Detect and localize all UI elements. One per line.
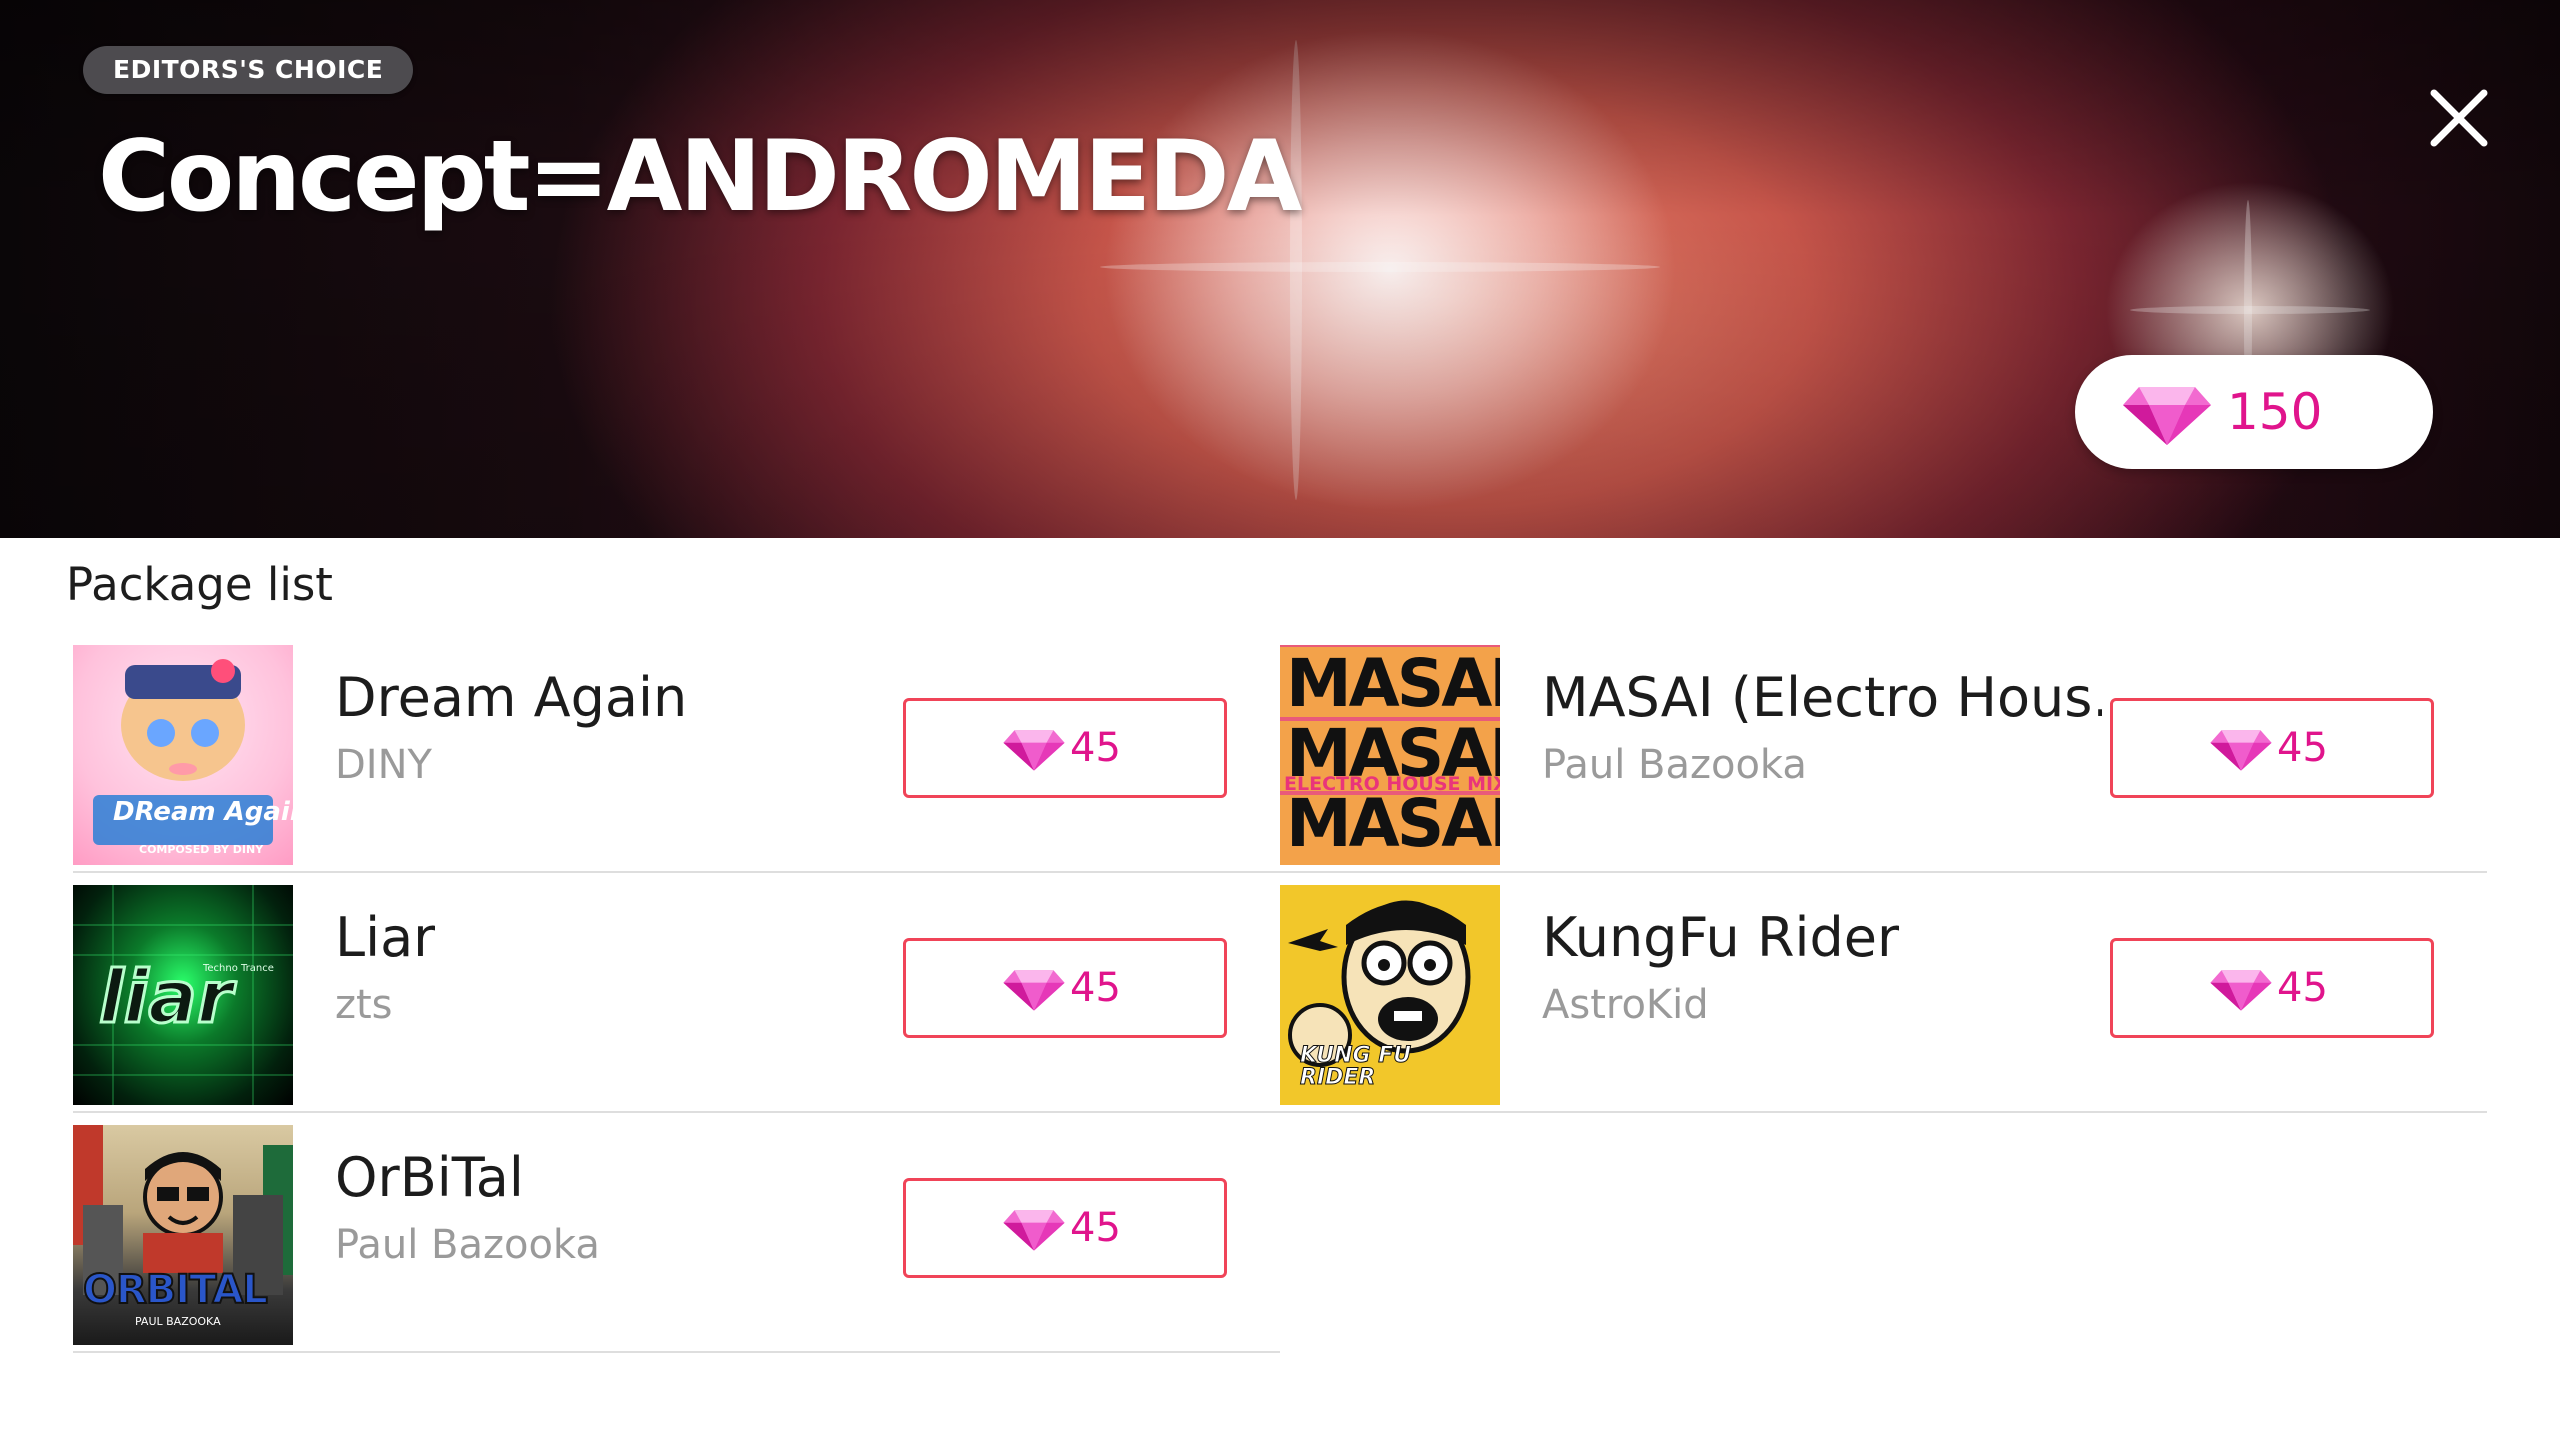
- package-price: 150: [2227, 383, 2323, 441]
- row-divider: [73, 871, 1280, 873]
- gem-icon: [2123, 387, 2211, 445]
- album-art-text: MASAI: [1286, 785, 1500, 862]
- album-art-caption: COMPOSED BY DINY: [139, 843, 264, 856]
- gem-icon: [2210, 970, 2272, 1011]
- song-artist: DINY: [335, 742, 432, 788]
- album-art-text: KUNG FU RIDER: [1300, 1043, 1412, 1090]
- buy-button[interactable]: 45: [903, 698, 1227, 798]
- buy-button[interactable]: 45: [2110, 698, 2434, 798]
- song-title: Dream Again: [335, 666, 688, 729]
- list-item[interactable]: liar Techno Trance Liar zts 45: [73, 876, 1280, 1113]
- song-artist: zts: [335, 982, 393, 1028]
- album-art-text: MASAI: [1286, 645, 1500, 722]
- close-button[interactable]: [2426, 85, 2492, 151]
- album-art-caption: ELECTRO HOUSE MIX: [1284, 773, 1500, 795]
- album-art-illustration: [93, 659, 273, 845]
- song-artist: AstroKid: [1542, 982, 1709, 1028]
- song-price: 45: [1070, 725, 1121, 771]
- package-title: Concept=ANDROMEDA: [98, 120, 1302, 234]
- package-price-button[interactable]: 150: [2075, 355, 2433, 469]
- song-artist: Paul Bazooka: [335, 1222, 600, 1268]
- song-price: 45: [1070, 965, 1121, 1011]
- song-title: MASAI (Electro Hous...: [1542, 666, 2102, 729]
- album-art: liar Techno Trance: [73, 885, 293, 1105]
- album-art-caption: Techno Trance: [203, 963, 274, 974]
- album-art-text: ORBITAL: [82, 1266, 269, 1314]
- row-divider: [1280, 871, 2487, 873]
- list-item[interactable]: MASAI MASAI MASAI ELECTRO HOUSE MIX MASA…: [1280, 636, 2487, 873]
- album-art: DReam Again COMPOSED BY DINY: [73, 645, 293, 865]
- gem-icon: [1003, 1210, 1065, 1251]
- song-title: Liar: [335, 906, 436, 969]
- gem-icon: [2210, 730, 2272, 771]
- buy-button[interactable]: 45: [903, 1178, 1227, 1278]
- section-title: Package list: [66, 558, 333, 611]
- album-art: ORBITAL PAUL BAZOOKA: [73, 1125, 293, 1345]
- row-divider: [1280, 1111, 2487, 1113]
- hero-banner: EDITORS'S CHOICE Concept=ANDROMEDA 150: [0, 0, 2560, 538]
- song-price: 45: [2277, 725, 2328, 771]
- list-item[interactable]: KUNG FU RIDER KungFu Rider AstroKid 45: [1280, 876, 2487, 1113]
- album-art: KUNG FU RIDER: [1280, 885, 1500, 1105]
- song-price: 45: [1070, 1205, 1121, 1251]
- gem-icon: [1003, 730, 1065, 771]
- list-item[interactable]: DReam Again COMPOSED BY DINY Dream Again…: [73, 636, 1280, 873]
- list-item[interactable]: ORBITAL PAUL BAZOOKA OrBiTal Paul Bazook…: [73, 1116, 1280, 1353]
- row-divider: [73, 1351, 1280, 1353]
- song-title: KungFu Rider: [1542, 906, 1900, 969]
- album-art-text: DReam Again: [113, 797, 293, 827]
- album-art: MASAI MASAI MASAI ELECTRO HOUSE MIX: [1280, 645, 1500, 865]
- gem-icon: [1003, 970, 1065, 1011]
- close-icon: [2430, 89, 2488, 147]
- buy-button[interactable]: 45: [2110, 938, 2434, 1038]
- song-title: OrBiTal: [335, 1146, 524, 1209]
- song-artist: Paul Bazooka: [1542, 742, 1807, 788]
- buy-button[interactable]: 45: [903, 938, 1227, 1038]
- album-art-caption: PAUL BAZOOKA: [135, 1315, 221, 1328]
- row-divider: [73, 1111, 1280, 1113]
- song-price: 45: [2277, 965, 2328, 1011]
- editors-choice-badge: EDITORS'S CHOICE: [83, 46, 414, 94]
